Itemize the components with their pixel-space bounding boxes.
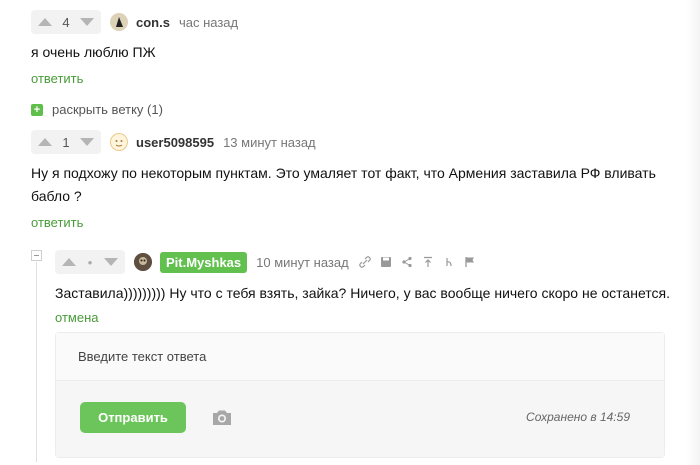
comment-text-line: Ну я подхожу по некоторым пунктам. Это у… [31,165,656,181]
reply-link[interactable]: ответить [31,71,83,86]
camera-icon[interactable] [212,409,232,429]
report-flag-icon[interactable] [464,256,476,268]
avatar[interactable] [110,133,128,151]
cancel-reply-link[interactable]: отмена [55,310,98,325]
comment-meta: • Pit.Myshkas 10 минут назад [55,250,476,274]
avatar[interactable] [134,253,152,271]
vote-widget: 1 [31,130,101,154]
upvote-icon[interactable] [37,137,53,147]
save-icon[interactable] [380,256,392,268]
reply-link[interactable]: ответить [31,215,83,230]
vote-widget: 4 [31,10,101,34]
upvote-icon[interactable] [37,17,53,27]
timestamp[interactable]: 10 минут назад [256,255,349,270]
downvote-icon[interactable] [79,137,95,147]
avatar[interactable] [110,13,128,31]
upvote-icon[interactable] [61,257,77,267]
avatar-image-icon [134,253,152,271]
submit-button[interactable]: Отправить [80,402,186,433]
thread-line[interactable] [36,262,37,462]
vote-count: • [87,254,93,270]
username-badge[interactable]: Pit.Myshkas [160,251,248,273]
expand-thread-button[interactable]: + раскрыть ветку (1) [31,102,163,117]
plus-icon: + [31,103,43,116]
vote-widget: • [55,250,125,274]
comment-meta: 1 user5098595 13 минут назад [31,130,316,154]
avatar-image-icon [110,133,128,151]
vote-count: 1 [62,134,70,150]
timestamp[interactable]: час назад [179,15,238,30]
scroll-top-icon[interactable] [422,256,434,268]
reply-textarea[interactable]: Введите текст ответа [56,333,664,381]
timestamp[interactable]: 13 минут назад [223,135,316,150]
page-edge-shadow [686,0,700,465]
downvote-icon[interactable] [103,257,119,267]
comment-tools [358,256,476,268]
comment-text: Ну я подхожу по некоторым пунктам. Это у… [31,162,656,208]
reply-toolbar: Отправить Сохранено в 14:59 [56,381,664,457]
comment-text: я очень люблю ПЖ [31,44,156,60]
draft-saved-status: Сохранено в 14:59 [526,410,630,424]
link-icon[interactable] [358,256,371,268]
parent-comment-icon[interactable] [443,256,455,268]
downvote-icon[interactable] [79,17,95,27]
vote-count: 4 [62,14,70,30]
username[interactable]: con.s [136,15,170,30]
avatar-image-icon [110,13,128,31]
username[interactable]: user5098595 [136,135,214,150]
reply-form: Введите текст ответа Отправить Сохранено… [55,332,665,458]
collapse-thread-icon[interactable] [31,250,42,261]
comment-text-line: бабло ? [31,188,82,204]
comment-text: Заставила))))))))) Ну что с тебя взять, … [55,285,670,301]
share-icon[interactable] [401,256,413,268]
expand-thread-label: раскрыть ветку (1) [52,102,163,117]
comment-meta: 4 con.s час назад [31,10,238,34]
